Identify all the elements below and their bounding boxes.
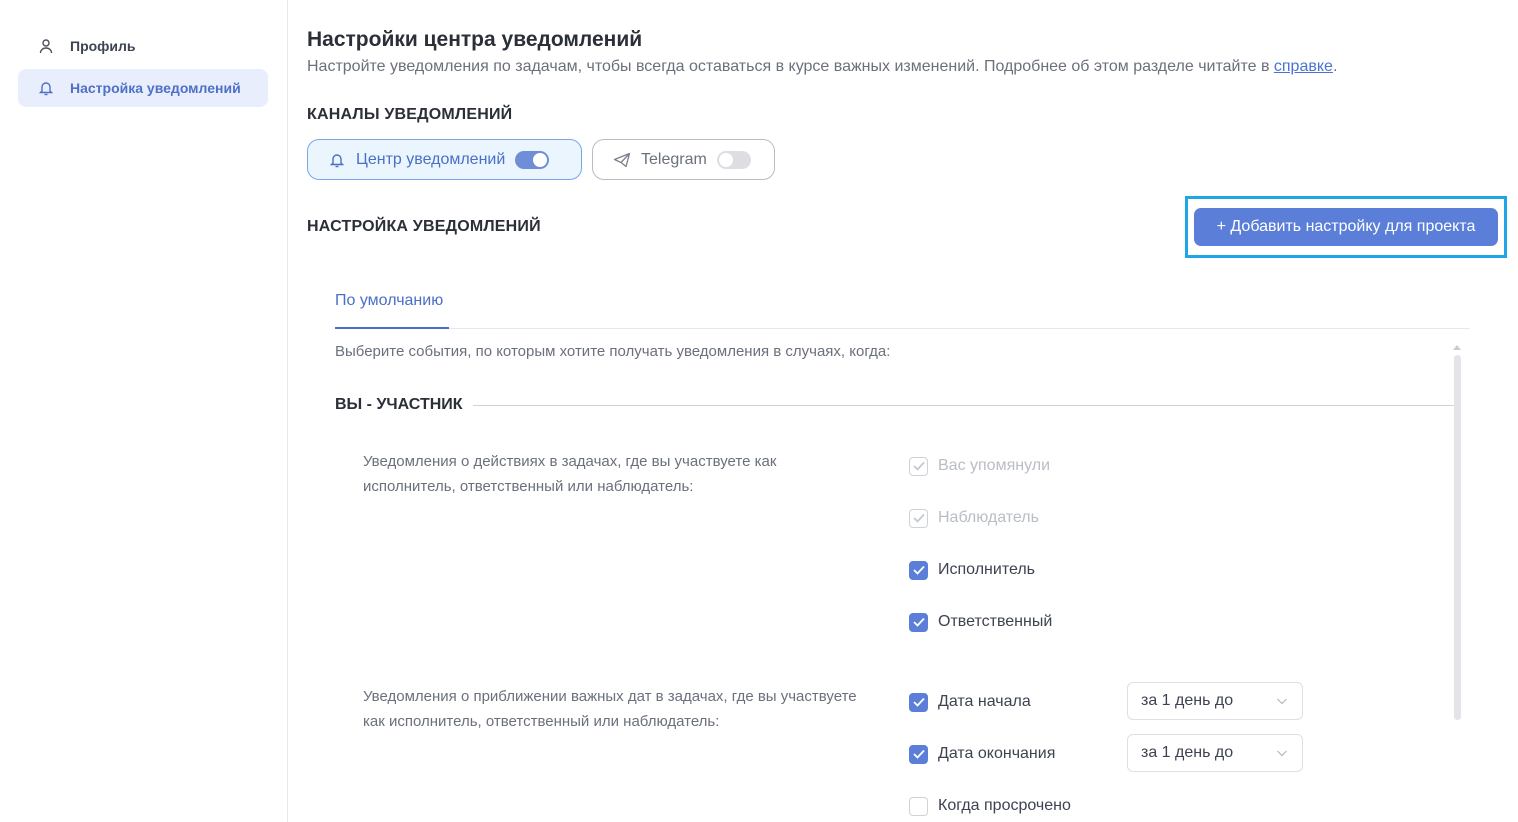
option-label: Ответственный: [938, 613, 1053, 630]
scroll-thumb[interactable]: [1454, 355, 1461, 720]
sidebar: Профиль Настройка уведомлений: [0, 0, 288, 822]
group-heading-participant: ВЫ - УЧАСТНИК: [335, 396, 1455, 414]
option-executor[interactable]: Исполнитель: [909, 559, 1035, 581]
channel-chip-notification-center[interactable]: Центр уведомлений: [307, 139, 582, 180]
telegram-send-icon: [613, 151, 631, 169]
option-label: Исполнитель: [938, 561, 1036, 578]
dates-description: Уведомления о приближении важных дат в з…: [363, 688, 857, 730]
telegram-toggle[interactable]: [716, 150, 751, 169]
help-link[interactable]: справке: [1274, 58, 1333, 75]
channel-chip-telegram[interactable]: Telegram: [592, 139, 775, 180]
subtitle-end: .: [1332, 58, 1338, 75]
group-divider: [472, 404, 1455, 406]
checkbox-end-date[interactable]: [909, 744, 928, 764]
add-button-highlight: + Добавить настройку для проекта: [1185, 196, 1507, 258]
option-overdue[interactable]: Когда просрочено: [909, 795, 1071, 817]
checkbox-overdue[interactable]: [909, 796, 928, 816]
bell-icon: [328, 151, 346, 169]
user-icon: [38, 38, 54, 54]
settings-heading: НАСТРОЙКА УВЕДОМЛЕНИЙ: [307, 218, 541, 235]
bell-icon: [38, 80, 54, 96]
option-observer[interactable]: Наблюдатель: [909, 507, 1039, 529]
sidebar-item-label: Профиль: [70, 38, 136, 54]
checkbox-mentioned[interactable]: [909, 456, 928, 476]
channel-label: Telegram: [641, 150, 707, 168]
channels-heading: КАНАЛЫ УВЕДОМЛЕНИЙ: [307, 106, 513, 123]
option-label: Вас упомянули: [938, 457, 1050, 474]
subtitle-text: Настройте уведомления по задачам, чтобы …: [307, 58, 1274, 75]
checkbox-executor[interactable]: [909, 560, 928, 580]
scroll-up-arrow-icon[interactable]: [1453, 345, 1461, 350]
toggle-knob: [718, 152, 733, 167]
notification-center-toggle[interactable]: [515, 150, 550, 169]
sidebar-item-profile[interactable]: Профиль: [18, 27, 268, 65]
content-scrollbar[interactable]: [1451, 345, 1463, 725]
select-value: за 1 день до: [1141, 744, 1234, 761]
add-project-setting-button[interactable]: + Добавить настройку для проекта: [1194, 208, 1498, 246]
select-value: за 1 день до: [1141, 692, 1234, 709]
option-label: Дата начала: [938, 693, 1031, 710]
chevron-down-icon: [1277, 750, 1287, 757]
toggle-knob: [533, 152, 548, 167]
chevron-down-icon: [1277, 698, 1287, 705]
option-label: Дата окончания: [938, 745, 1056, 762]
option-label: Наблюдатель: [938, 509, 1039, 526]
checkbox-observer[interactable]: [909, 508, 928, 528]
option-start-date[interactable]: Дата начала: [909, 691, 1031, 713]
start-date-offset-select[interactable]: за 1 день до: [1127, 682, 1303, 720]
settings-tabs: По умолчанию: [335, 288, 1470, 329]
page-title: Настройки центра уведомлений: [307, 28, 643, 51]
sidebar-item-notification-settings[interactable]: Настройка уведомлений: [18, 69, 268, 107]
option-end-date[interactable]: Дата окончания: [909, 743, 1055, 765]
tab-default[interactable]: По умолчанию: [335, 292, 449, 329]
page-subtitle: Настройте уведомления по задачам, чтобы …: [307, 58, 1337, 76]
end-date-offset-select[interactable]: за 1 день до: [1127, 734, 1303, 772]
events-hint: Выберите события, по которым хотите полу…: [335, 343, 891, 360]
group-title: ВЫ - УЧАСТНИК: [335, 396, 463, 413]
checkbox-start-date[interactable]: [909, 692, 928, 712]
option-mentioned[interactable]: Вас упомянули: [909, 455, 1050, 477]
checkbox-responsible[interactable]: [909, 612, 928, 632]
option-responsible[interactable]: Ответственный: [909, 611, 1052, 633]
channel-label: Центр уведомлений: [356, 150, 506, 168]
actions-description: Уведомления о действиях в задачах, где в…: [363, 453, 777, 495]
option-label: Когда просрочено: [938, 797, 1071, 814]
sidebar-item-label: Настройка уведомлений: [70, 80, 241, 96]
